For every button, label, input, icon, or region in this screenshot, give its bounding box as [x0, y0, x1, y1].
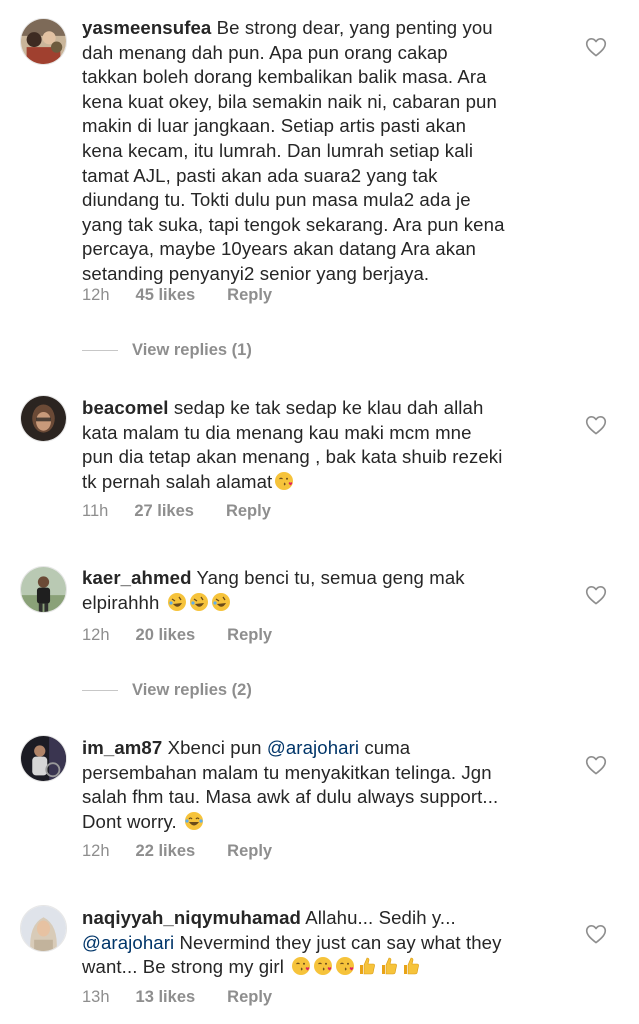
thumbs-up-emoji-icon — [379, 956, 399, 976]
username[interactable]: yasmeensufea — [82, 17, 211, 38]
reply-button[interactable]: Reply — [226, 502, 271, 521]
kiss-emoji-icon — [313, 956, 333, 976]
comment-text: Xbenci pun — [162, 737, 267, 758]
username[interactable]: beacomel — [82, 397, 169, 418]
comment-time: 12h — [82, 626, 110, 644]
thumbs-up-emoji-icon — [357, 956, 377, 976]
username[interactable]: kaer_ahmed — [82, 567, 192, 588]
view-replies-button[interactable]: View replies (2) — [82, 681, 252, 700]
like-heart-icon[interactable] — [585, 415, 607, 435]
kiss-emoji-icon — [274, 471, 294, 491]
comment-time: 11h — [82, 502, 109, 520]
like-heart-icon[interactable] — [585, 37, 607, 57]
comment-text: diundang tu. Tokti dulu pun masa mula2 a… — [82, 189, 471, 211]
comment-text: persembahan malam tu menyakitkan telinga… — [82, 761, 492, 783]
like-heart-icon[interactable] — [585, 924, 607, 944]
avatar-photo — [21, 396, 66, 441]
like-heart-icon[interactable] — [585, 585, 607, 605]
avatar-photo — [21, 906, 66, 951]
comment-text: salah fhm tau. Masa awk af dulu always s… — [82, 786, 499, 808]
avatar[interactable] — [20, 566, 67, 613]
avatar-photo — [21, 567, 66, 612]
comment-text: Be strong dear, yang penting you — [211, 17, 493, 38]
comment-text: kena kuat okey, bila semakin naik ni, ca… — [82, 90, 497, 112]
comment-text: kena kecam, itu lumrah. Dan lumrah setia… — [82, 139, 474, 161]
mention-link[interactable]: @arajohari — [267, 737, 359, 758]
rofl-emoji-icon — [211, 592, 231, 612]
comment-text: elpirahhh — [82, 591, 165, 613]
comment-text: Allahu... Sedih y... — [301, 907, 456, 928]
divider-line — [82, 690, 118, 692]
avatar-photo — [21, 736, 66, 781]
comment-text: tamat AJL, pasti akan ada suara2 yang ta… — [82, 164, 438, 186]
reply-button[interactable]: Reply — [227, 286, 272, 305]
avatar[interactable] — [20, 735, 67, 782]
comment-time: 12h — [82, 286, 110, 304]
reply-button[interactable]: Reply — [227, 626, 272, 645]
rofl-emoji-icon — [189, 592, 209, 612]
comment-text: Nevermind they just can say what they — [174, 931, 502, 953]
like-heart-icon[interactable] — [585, 755, 607, 775]
comment-text: sedap ke tak sedap ke klau dah allah — [168, 397, 484, 418]
likes-count[interactable]: 13 likes — [136, 988, 196, 1007]
username[interactable]: naqiyyah_niqymuhamad — [82, 907, 301, 928]
username[interactable]: im_am87 — [82, 737, 162, 758]
thumbs-up-emoji-icon — [401, 956, 421, 976]
reply-button[interactable]: Reply — [227, 988, 272, 1007]
likes-count[interactable]: 20 likes — [136, 626, 196, 645]
comment-text: cuma — [359, 737, 411, 758]
comment-text: percaya, maybe 10years akan datang Ara a… — [82, 238, 476, 260]
likes-count[interactable]: 27 likes — [134, 502, 194, 521]
comment-text: yang tak suka, tapi tengok sekarang. Ara… — [82, 213, 505, 235]
comment-text: setanding penyanyi2 senior yang berjaya. — [82, 262, 430, 284]
reply-button[interactable]: Reply — [227, 842, 272, 861]
comment-text: dah menang dah pun. Apa pun orang cakap — [82, 41, 448, 63]
avatar-photo — [21, 19, 66, 64]
comment-text: takkan boleh dorang kembalikan balik mas… — [82, 66, 487, 88]
comment-text: makin di luar jangkaan. Setiap artis pas… — [82, 115, 467, 137]
comment-text: pun dia tetap akan menang , bak kata shu… — [82, 446, 503, 468]
tears-of-joy-emoji-icon — [184, 811, 204, 831]
rofl-emoji-icon — [167, 592, 187, 612]
avatar[interactable] — [20, 18, 67, 65]
comment-text: tk pernah salah alamat — [82, 470, 273, 492]
mention-link[interactable]: @arajohari — [82, 932, 174, 953]
kiss-emoji-icon — [291, 956, 311, 976]
comment-text: want... Be strong my girl — [82, 956, 290, 978]
comment-text: Yang benci tu, semua geng mak — [191, 567, 465, 588]
comment-text: Dont worry. — [82, 810, 183, 832]
divider-line — [82, 350, 118, 352]
kiss-emoji-icon — [335, 956, 355, 976]
avatar[interactable] — [20, 905, 67, 952]
view-replies-button[interactable]: View replies (1) — [82, 341, 252, 360]
avatar[interactable] — [20, 395, 67, 442]
likes-count[interactable]: 22 likes — [136, 842, 196, 861]
likes-count[interactable]: 45 likes — [136, 286, 196, 305]
comment-time: 13h — [82, 988, 110, 1006]
comment-time: 12h — [82, 842, 110, 860]
comment-text: kata malam tu dia menang kau maki mcm mn… — [82, 421, 472, 443]
